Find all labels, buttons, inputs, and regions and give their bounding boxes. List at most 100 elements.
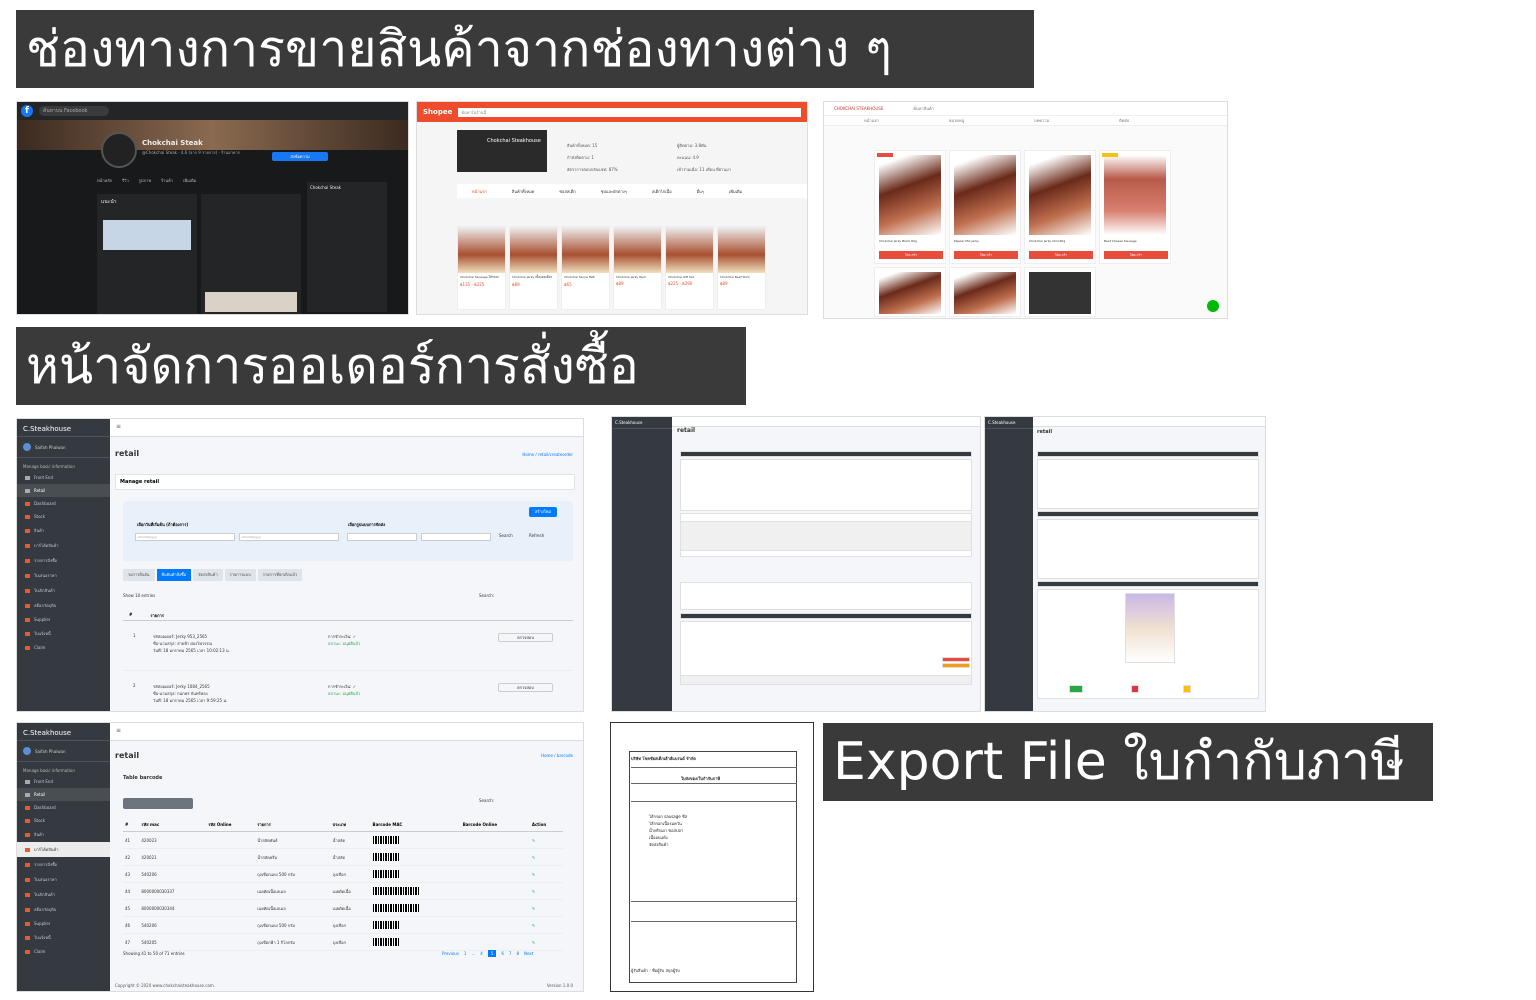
sidebar-item-retail[interactable]: Retail [17,484,110,497]
status-tab[interactable]: จัดส่งสินค้า [193,569,223,581]
table-search[interactable]: Search: [479,593,494,598]
pagination-item[interactable]: 8 [516,951,519,956]
pagination-item[interactable]: 7 [509,951,512,956]
sidebar-item-claim[interactable]: Claim [17,641,110,654]
sidebar-item-orders[interactable]: รายการสั่งซื้อ [17,553,110,568]
status-tab[interactable]: รายการที่ยกเลิกแล้ว [257,569,303,581]
approve-button[interactable] [1069,685,1083,693]
shopee-tab[interactable]: หน้าแรก [472,188,487,195]
shopee-product-card[interactable]: Chokchai Sauce ซอส ฿65 [561,226,610,310]
shopee-product-card[interactable]: Chokchai Gift Set ฿225 - ฿290 [665,226,714,310]
status-tab[interactable]: รอการยืนยัน [123,569,155,581]
shopee-product-card[interactable]: Chokchai Beef Stick ฿89 [717,226,766,310]
shopee-tab[interactable]: ซุปและผักต่างๆ [601,188,627,195]
shopee-tab[interactable]: สเต็กไก่เนื้อ [652,188,672,195]
facebook-logo-icon[interactable]: f [21,105,33,117]
sidebar-item-materials[interactable]: สต็อกวัตถุดิบ [17,598,110,613]
sidebar-item-barcode[interactable]: บาร์โค้ดสินค้า [17,538,110,553]
sidebar-item-withdraw[interactable]: ใบเบิกสินค้า [17,583,110,598]
line-product-card[interactable] [874,267,946,317]
pagination-item[interactable]: ... [471,951,475,956]
add-to-cart-button[interactable]: ใส่ตะกร้า [954,251,1018,259]
shopee-search-input[interactable]: ค้นหาในร้านนี้ [458,107,801,117]
edit-icon[interactable]: ✎ [532,872,535,877]
discount-field[interactable] [942,657,970,662]
shopee-tab[interactable]: ซอสสเต็ก [559,188,575,195]
status-tab[interactable]: รายการแบบ [224,569,256,581]
add-to-cart-button[interactable]: ใส่ตะกร้า [1029,251,1093,259]
pagination-item[interactable]: Next [524,951,533,956]
line-nav-item[interactable]: หน้าแรก [864,117,879,124]
line-product-card[interactable]: Chokchai Jerky Black 60g ใส่ตะกร้า [874,150,946,264]
line-product-card[interactable]: Pepper Mix Jerky ใส่ตะกร้า [949,150,1021,264]
line-nav-item[interactable]: ติดต่อ [1119,117,1129,124]
sidebar-item-products[interactable]: สินค้า [17,827,110,842]
edit-icon[interactable]: ✎ [532,923,535,928]
facebook-tab[interactable]: ร้านค้า [161,177,173,184]
line-product-card[interactable] [1024,267,1096,317]
sidebar-item-invoice[interactable]: ใบแจ้งหนี้ [17,930,110,945]
admin-brand[interactable]: C.Steakhouse [612,417,672,429]
sidebar-item-invoice[interactable]: ใบแจ้งหนี้ [17,626,110,641]
edit-icon[interactable]: ✎ [532,855,535,860]
facebook-map[interactable] [103,220,191,250]
line-product-card[interactable]: Chokchai Jerky Chili 60g ใส่ตะกร้า [1024,150,1096,264]
sidebar-item-dashboard[interactable]: Dashboard [17,497,110,510]
sidebar-item-stock[interactable]: Stock [17,814,110,827]
line-product-card[interactable]: Beef Cheese Sausage ใส่ตะกร้า [1099,150,1171,264]
sidebar-item-front-end[interactable]: Front End [17,775,110,788]
col-header[interactable]: รหัส mac [139,818,207,832]
shopee-product-card[interactable]: Chokchai Jerky เนื้อแดดเดียว ฿89 [509,226,558,310]
sidebar-item-products[interactable]: สินค้า [17,523,110,538]
copyright[interactable]: Copyright © 2020 www.chokchaisteakhouse.… [115,983,215,988]
pagination-item[interactable]: 4 [480,951,483,956]
add-to-cart-button[interactable]: ใส่ตะกร้า [879,251,943,259]
edit-icon[interactable]: ✎ [532,838,535,843]
table-search[interactable]: Search: [479,798,494,803]
hamburger-icon[interactable]: ≡ [116,423,121,430]
reject-button[interactable] [1131,685,1139,693]
refresh-button[interactable]: Refresh [529,533,544,538]
sidebar-item-dashboard[interactable]: Dashboard [17,801,110,814]
sidebar-item-retail[interactable]: Retail [17,788,110,801]
col-header[interactable]: รายการ [255,818,331,832]
pagination-item[interactable]: Previous [442,951,459,956]
sidebar-item-supplier[interactable]: Supplier [17,613,110,626]
show-entries[interactable]: Show 10 entries [123,593,155,598]
add-to-cart-button[interactable]: ใส่ตะกร้า [1104,251,1168,259]
line-shop-logo[interactable]: CHOKCHAI STEAKHOUSE [834,106,883,111]
facebook-tab[interactable]: เพิ่มเติม [183,177,196,184]
inspect-button[interactable]: ตรวจสอบ [498,633,553,642]
sidebar-item-supplier[interactable]: Supplier [17,917,110,930]
facebook-message-button[interactable]: ส่งข้อความ [272,152,328,161]
line-nav-item[interactable]: หมวดหมู่ [949,117,964,124]
col-header[interactable]: รหัส Online [206,818,256,832]
sidebar-item-barcode[interactable]: บาร์โค้ดสินค้า [17,842,110,857]
sidebar-item-quotation[interactable]: ใบเสนอราคา [17,568,110,583]
pagination-item[interactable]: 5 [487,950,497,957]
sidebar-item-stock[interactable]: Stock [17,510,110,523]
shopee-tab[interactable]: เพิ่มเติม [729,188,742,195]
col-header[interactable]: ประเภท [330,818,371,832]
sidebar-item-materials[interactable]: สต็อกวัตถุดิบ [17,902,110,917]
table-tools-buttons[interactable] [123,798,193,809]
admin-user[interactable]: Saifah Phaiwan [17,741,110,762]
breadcrumb[interactable]: Home / barcode [541,753,573,758]
admin-user[interactable]: Saifah Phaiwan [17,437,110,458]
breadcrumb[interactable]: Home / retail/createorder [522,452,573,457]
facebook-search-input[interactable]: ค้นหาบน Facebook [39,106,109,116]
pagination-item[interactable]: 1 [464,951,467,956]
sidebar-item-claim[interactable]: Claim [17,945,110,958]
date-from-input[interactable]: mm/dd/yyyy [135,533,235,541]
payment-slip-image[interactable] [1125,593,1175,663]
edit-icon[interactable]: ✎ [532,889,535,894]
facebook-tab[interactable]: รูปภาพ [139,177,151,184]
line-shop-search-input[interactable]: ค้นหาสินค้า [913,105,933,112]
col-header[interactable]: Barcode MAC [370,818,461,832]
sidebar-item-withdraw[interactable]: ใบเบิกสินค้า [17,887,110,902]
shopee-tab[interactable]: สินค้าทั้งหมด [512,188,535,195]
edit-icon[interactable]: ✎ [532,906,535,911]
col-header[interactable]: Action [529,818,563,832]
admin-brand[interactable]: C.Steakhouse [17,723,110,741]
shipping-select[interactable] [347,533,417,541]
